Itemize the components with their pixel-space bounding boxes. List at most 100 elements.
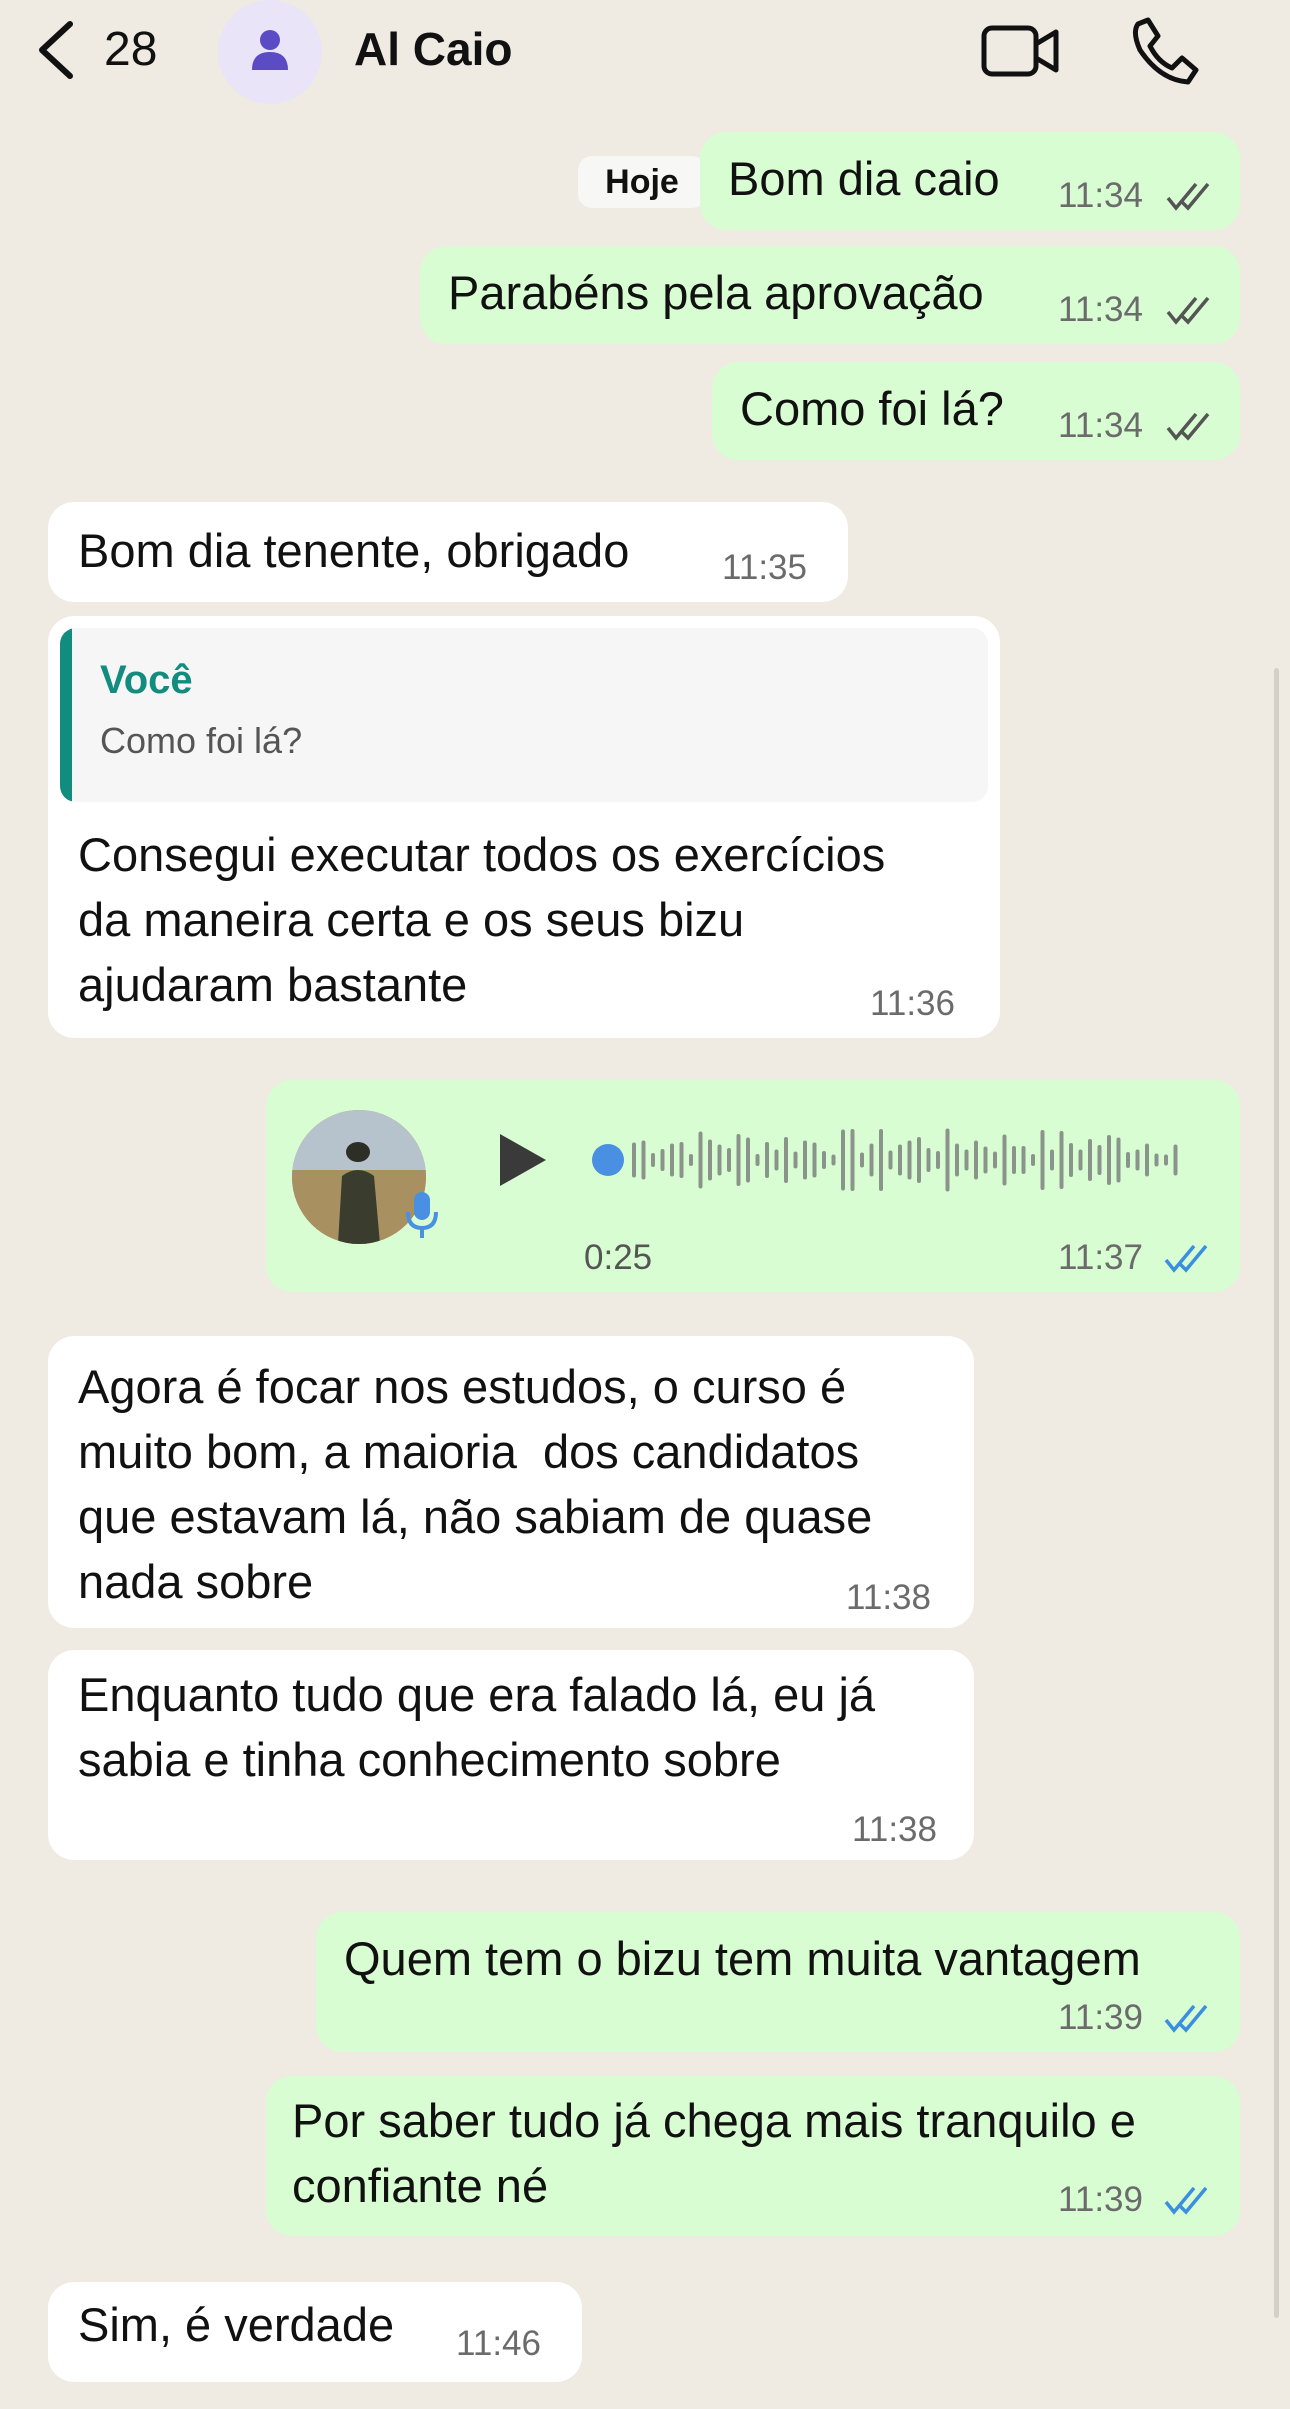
waveform-bar	[993, 1151, 997, 1169]
waveform-bar	[746, 1137, 750, 1183]
waveform-bar	[793, 1151, 798, 1169]
waveform-bar	[850, 1129, 855, 1191]
waveform-bar	[1126, 1152, 1130, 1168]
message-time: 11:39	[1058, 2180, 1143, 2219]
waveform-bar	[660, 1149, 665, 1171]
message-text: Bom dia caio	[728, 152, 1000, 205]
message-outgoing[interactable]: Quem tem o bizu tem muita vantagem 11:39	[316, 1912, 1240, 2052]
waveform-bar	[888, 1150, 893, 1170]
waveform-bar	[907, 1140, 912, 1180]
waveform-bar	[945, 1128, 950, 1192]
microphone-icon	[406, 1192, 438, 1238]
back-button[interactable]	[34, 18, 94, 82]
waveform-bar	[1021, 1146, 1026, 1174]
waveform-bar	[784, 1137, 788, 1183]
double-check-icon	[1164, 2004, 1208, 2033]
message-time: 11:34	[1058, 176, 1143, 215]
waveform-bar	[1078, 1149, 1083, 1171]
waveform-bar	[736, 1134, 741, 1186]
message-text: Sim, é verdade	[78, 2298, 395, 2351]
waveform-bar	[1050, 1149, 1054, 1171]
message-time: 11:34	[1058, 290, 1143, 329]
quoted-message[interactable]: Você Como foi lá?	[60, 628, 988, 802]
message-incoming[interactable]: Sim, é verdade 11:46	[48, 2282, 582, 2382]
message-outgoing[interactable]: Parabéns pela aprovação 11:34	[420, 246, 1240, 344]
waveform-bar	[632, 1142, 636, 1178]
unread-count[interactable]: 28	[104, 22, 157, 77]
message-time: 11:37	[1058, 1238, 1143, 1277]
waveform-bar	[803, 1140, 807, 1180]
video-call-button[interactable]	[980, 18, 1060, 87]
message-time: 11:46	[456, 2324, 541, 2363]
double-check-icon	[1166, 182, 1210, 211]
waveform-bar	[1107, 1135, 1111, 1185]
quote-bar	[60, 628, 72, 802]
waveform-bar	[755, 1154, 760, 1166]
message-time: 11:34	[1058, 406, 1143, 445]
waveform-bar	[926, 1148, 931, 1172]
waveform-bar	[1145, 1143, 1149, 1177]
waveform-bar	[1097, 1145, 1102, 1175]
message-time: 11:35	[722, 548, 807, 587]
message-text: Bom dia tenente, obrigado	[78, 524, 630, 577]
waveform-bar	[689, 1154, 693, 1166]
video-camera-icon	[981, 25, 1059, 77]
waveform-bar	[717, 1144, 722, 1176]
voice-duration: 0:25	[584, 1238, 653, 1277]
waveform-bar	[1012, 1146, 1016, 1174]
scrollbar[interactable]	[1274, 668, 1279, 2318]
message-incoming[interactable]: Enquanto tudo que era falado lá, eu já s…	[48, 1650, 974, 1860]
waveform-bar	[727, 1148, 731, 1172]
message-time: 11:38	[852, 1810, 937, 1849]
waveform-bar	[860, 1152, 864, 1168]
quoted-author: Você	[100, 658, 193, 702]
message-text: Parabéns pela aprovação	[448, 266, 984, 319]
waveform-bar	[869, 1143, 874, 1177]
waveform-bar	[1002, 1134, 1007, 1186]
waveform-bar	[774, 1149, 779, 1171]
waveform-bar	[641, 1140, 646, 1180]
contact-name[interactable]: Al Caio	[354, 22, 512, 76]
double-check-icon	[1166, 412, 1210, 441]
play-button[interactable]	[496, 1130, 550, 1195]
waveform-bar	[898, 1144, 902, 1176]
waveform-bar	[1040, 1130, 1045, 1190]
waveform-bar	[1031, 1154, 1035, 1166]
waveform-bar	[983, 1146, 988, 1174]
message-outgoing[interactable]: Bom dia caio 11:34	[700, 132, 1240, 230]
waveform-bar	[964, 1149, 969, 1171]
date-chip: Hoje	[578, 156, 706, 208]
message-text: Quem tem o bizu tem muita vantagem	[344, 1932, 1141, 1985]
message-outgoing[interactable]: Como foi lá? 11:34	[712, 362, 1240, 460]
waveform-bar	[651, 1153, 655, 1167]
waveform-bar	[974, 1140, 978, 1180]
message-time: 11:39	[1058, 1998, 1143, 2037]
double-check-icon	[1164, 1244, 1208, 1273]
waveform-bar	[765, 1142, 769, 1178]
double-check-icon	[1164, 2186, 1208, 2215]
contact-avatar[interactable]	[218, 0, 322, 104]
waveform-bar	[917, 1137, 921, 1183]
message-text: Enquanto tudo que era falado lá, eu já s…	[78, 1668, 876, 1786]
voice-call-button[interactable]	[1130, 14, 1200, 91]
message-time: 11:36	[870, 984, 955, 1023]
waveform-bar	[1069, 1143, 1073, 1177]
message-incoming[interactable]: Agora é focar nos estudos, o curso é mui…	[48, 1336, 974, 1628]
waveform-bar	[1154, 1153, 1159, 1167]
waveform-bar	[955, 1143, 959, 1177]
waveform-bar	[831, 1154, 836, 1166]
chat-header: 28 Al Caio	[0, 0, 1290, 110]
message-incoming[interactable]: Bom dia tenente, obrigado 11:35	[48, 502, 848, 602]
audio-waveform[interactable]	[590, 1120, 1200, 1200]
waveform-bar	[936, 1151, 940, 1169]
phone-icon	[1132, 17, 1199, 85]
playback-position-dot[interactable]	[592, 1144, 624, 1176]
waveform-bar	[1116, 1137, 1121, 1183]
message-text: Agora é focar nos estudos, o curso é mui…	[78, 1360, 873, 1608]
message-outgoing[interactable]: Por saber tudo já chega mais tranquilo e…	[266, 2076, 1240, 2236]
chevron-left-icon	[39, 21, 73, 79]
message-time: 11:38	[846, 1578, 931, 1617]
waveform-bar	[812, 1142, 817, 1178]
waveform-bar	[670, 1143, 674, 1177]
message-text: Como foi lá?	[740, 382, 1004, 435]
